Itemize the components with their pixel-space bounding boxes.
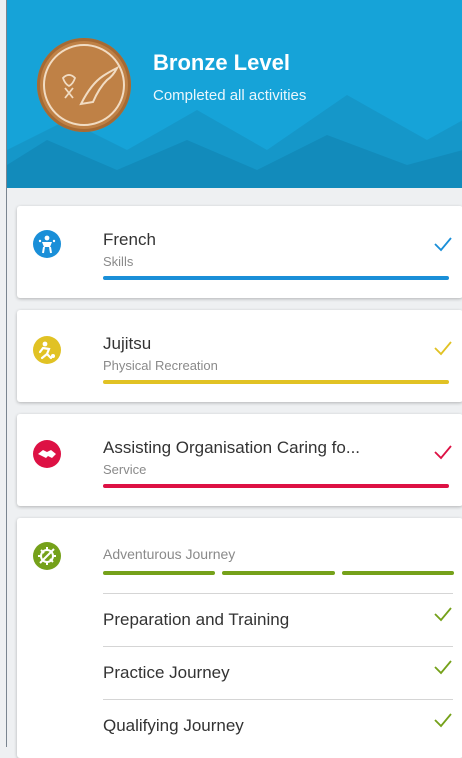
check-icon — [434, 660, 452, 675]
section-title: Jujitsu — [103, 334, 152, 353]
section-title: French — [103, 230, 156, 249]
section-title: Assisting Organisation Caring fo... — [103, 438, 361, 457]
physical-recreation-icon — [33, 336, 61, 364]
skills-icon — [33, 230, 61, 258]
journey-item-practice[interactable]: Practice Journey — [103, 647, 453, 699]
section-category: Physical Recreation — [103, 358, 218, 373]
level-header: Bronze Level Completed all activities — [7, 0, 462, 188]
progress-bar — [103, 276, 449, 280]
section-category: Adventurous Journey — [103, 546, 236, 562]
level-title: Bronze Level — [153, 50, 290, 75]
section-card-adventurous-journey[interactable]: Adventurous Journey Preparation and Trai… — [17, 518, 462, 758]
journey-item-label: Preparation and Training — [103, 610, 290, 629]
progress-bar — [103, 380, 449, 384]
section-card-service[interactable]: Assisting Organisation Caring fo... Serv… — [17, 414, 462, 506]
section-category: Service — [103, 462, 147, 477]
journey-item-label: Qualifying Journey — [103, 716, 244, 735]
progress-segment — [222, 571, 335, 575]
section-card-physical-recreation[interactable]: Jujitsu Physical Recreation — [17, 310, 462, 402]
progress-segment — [103, 571, 215, 575]
level-screen: Bronze Level Completed all activities Fr… — [6, 0, 462, 758]
progress-segment — [342, 571, 454, 575]
journey-item-qualifying[interactable]: Qualifying Journey — [103, 700, 453, 752]
progress-bar — [103, 484, 449, 488]
check-icon — [434, 713, 452, 728]
service-icon — [33, 440, 61, 468]
check-icon — [434, 445, 452, 460]
journey-item-preparation[interactable]: Preparation and Training — [103, 594, 453, 646]
section-card-skills[interactable]: French Skills — [17, 206, 462, 298]
check-icon — [434, 607, 452, 622]
adventurous-journey-icon — [33, 542, 61, 570]
journey-item-label: Practice Journey — [103, 663, 230, 682]
bronze-award-icon — [37, 38, 131, 132]
section-category: Skills — [103, 254, 134, 269]
check-icon — [434, 237, 452, 252]
level-subtitle: Completed all activities — [153, 87, 307, 104]
check-icon — [434, 341, 452, 356]
